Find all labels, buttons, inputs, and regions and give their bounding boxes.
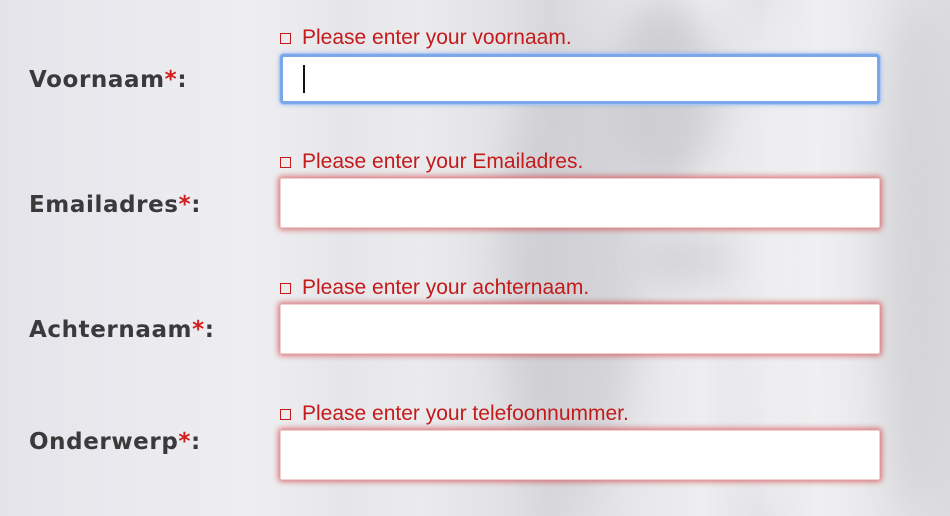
error-text: Please enter your achternaam. [302,276,590,299]
label-colon: : [191,429,201,455]
error-text: Please enter your voornaam. [302,26,572,49]
label-colon: : [177,67,188,93]
error-message-emailadres: Please enter your Emailadres. [280,150,583,174]
field-label-onderwerp: Onderwerp*: [29,429,201,455]
required-marker: * [164,67,178,93]
required-marker: * [178,192,192,218]
label-text: Voornaam [29,67,165,93]
error-checkbox-icon [280,32,291,44]
error-message-achternaam: Please enter your achternaam. [280,276,589,300]
text-caret [303,65,305,93]
background-blur [880,0,950,516]
error-text: Please enter your Emailadres. [302,150,584,173]
label-text: Onderwerp [29,429,179,455]
required-marker: * [178,429,192,455]
field-label-voornaam: Voornaam*: [29,67,187,93]
error-checkbox-icon [280,156,291,168]
emailadres-input[interactable] [280,178,880,228]
achternaam-input[interactable] [280,304,880,354]
background-blur [640,230,730,290]
error-checkbox-icon [280,408,291,420]
error-message-onderwerp: Please enter your telefoonnummer. [280,402,629,426]
label-text: Emailadres [29,192,179,218]
error-text: Please enter your telefoonnummer. [302,402,629,425]
field-label-achternaam: Achternaam*: [29,317,215,343]
error-message-voornaam: Please enter your voornaam. [280,26,572,50]
label-colon: : [191,192,202,218]
label-text: Achternaam [29,317,193,343]
field-label-emailadres: Emailadres*: [29,192,201,218]
voornaam-input[interactable] [280,54,880,104]
error-checkbox-icon [280,282,291,294]
required-marker: * [192,317,205,343]
onderwerp-input[interactable] [280,430,880,480]
label-colon: : [204,317,215,343]
